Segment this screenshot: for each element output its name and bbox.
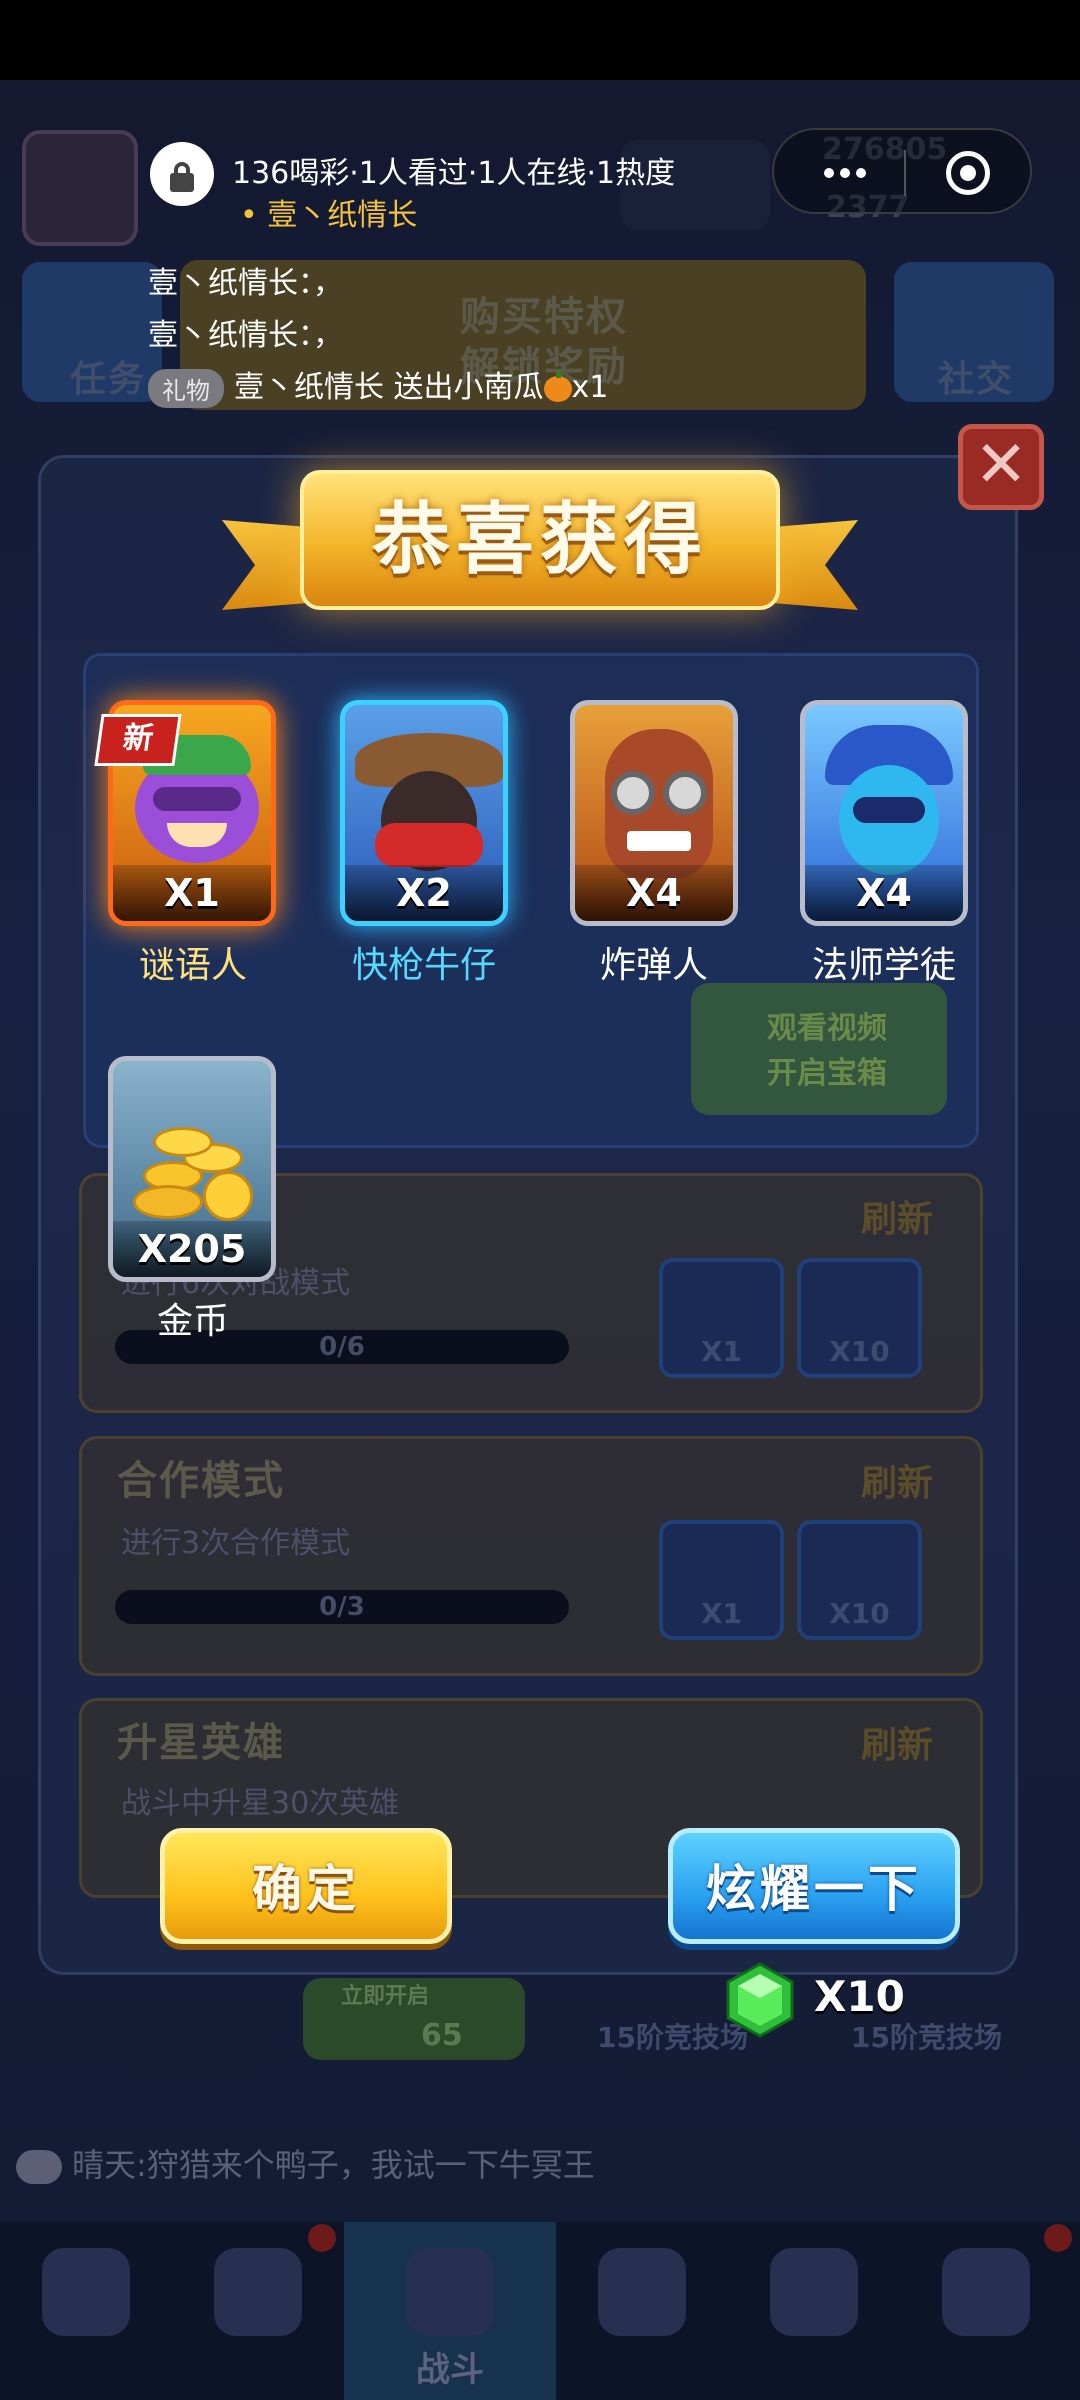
lock-icon	[150, 142, 214, 206]
gift-tag: 礼物	[148, 369, 224, 408]
chat-message-2: 壹丶纸情长：，	[148, 318, 343, 353]
show-off-cost: X10	[814, 1972, 905, 2021]
gunslinger-count: X2	[345, 865, 503, 921]
quest-3-title: 升星英雄	[117, 1720, 285, 1766]
live-room-header: 136喝彩·1人看过·1人在线·1热度 • 壹丶纸情长	[150, 130, 730, 233]
gunslinger-name: 快枪牛仔	[351, 945, 496, 986]
social-label: 社交	[938, 359, 1015, 400]
quest-3-desc: 战斗中升星30次英雄	[121, 1786, 400, 1821]
gold-count: X205	[113, 1221, 271, 1277]
open-chest-text: 开启宝箱	[767, 1056, 887, 1091]
nav-heroes	[172, 2222, 344, 2400]
quest-2-reward-2: X10	[797, 1520, 922, 1640]
riddler-count: X1	[113, 865, 271, 921]
quest-1-reward-1: X1	[659, 1258, 784, 1378]
riddler-name: 谜语人	[138, 945, 247, 986]
more-dots-icon[interactable]	[824, 168, 834, 178]
quest-2-reward-1: X1	[659, 1520, 784, 1640]
reward-card-bomber[interactable]: X4	[570, 700, 738, 926]
pumpkin-icon	[543, 369, 572, 402]
bomber-count: X4	[575, 865, 733, 921]
close-button[interactable]: ✕	[958, 424, 1044, 510]
new-badge: 新	[94, 714, 182, 766]
reward-card-gunslinger[interactable]: X2	[340, 700, 508, 926]
quest-2-desc: 进行3次合作模式	[121, 1526, 351, 1561]
nav-guild	[728, 2222, 900, 2400]
arena-label-2: 15阶竞技场	[851, 2021, 1002, 2054]
quest-3-refresh: 刷新	[861, 1725, 934, 1766]
quest-2-progress: 0/3	[115, 1590, 569, 1624]
mini-program-capsule	[772, 128, 1032, 214]
quest-1-refresh: 刷新	[861, 1199, 934, 1240]
reward-card-gold[interactable]: X205	[108, 1056, 276, 1282]
bomber-name: 炸弹人	[599, 945, 708, 986]
mage-name: 法师学徒	[811, 945, 956, 986]
nav-cards	[556, 2222, 728, 2400]
gem-icon	[726, 1962, 794, 2038]
show-off-button[interactable]: 炫耀一下	[668, 1828, 960, 1944]
player-avatar	[22, 130, 138, 246]
confirm-button[interactable]: 确定	[160, 1828, 452, 1944]
status-bar	[0, 0, 1080, 80]
quest-1-reward-2: X10	[797, 1258, 922, 1378]
nav-shop	[0, 2222, 172, 2400]
open-now-cost: 65	[421, 2018, 463, 2053]
reward-card-mage-apprentice[interactable]: X4	[800, 700, 968, 926]
quest-2-refresh: 刷新	[861, 1463, 934, 1504]
watch-video-text: 观看视频	[767, 1011, 887, 1046]
nav-explore	[900, 2222, 1080, 2400]
quest-2-title: 合作模式	[117, 1458, 285, 1504]
chat-bubble-icon	[16, 2150, 62, 2184]
popup-title-banner: 恭喜获得	[300, 470, 780, 610]
chat-message-1: 壹丶纸情长：，	[148, 266, 343, 301]
task-label: 任务	[70, 359, 147, 400]
open-now-label: 立即开启	[341, 1984, 430, 2009]
bottom-nav: 战斗	[0, 2222, 1080, 2400]
mage-count: X4	[805, 865, 963, 921]
popup-title: 恭喜获得	[371, 495, 708, 585]
live-room-title: 136喝彩·1人看过·1人在线·1热度	[232, 156, 676, 191]
gold-name: 金币	[156, 1301, 229, 1342]
chat-gift-message: 礼物 壹丶纸情长 送出小南瓜 x1	[148, 362, 608, 408]
world-chat-line: 晴天:狩猎来个鸭子，我试一下牛冥王	[16, 2140, 595, 2186]
nav-battle: 战斗	[344, 2222, 556, 2400]
live-streamer-name: • 壹丶纸情长	[240, 198, 418, 233]
